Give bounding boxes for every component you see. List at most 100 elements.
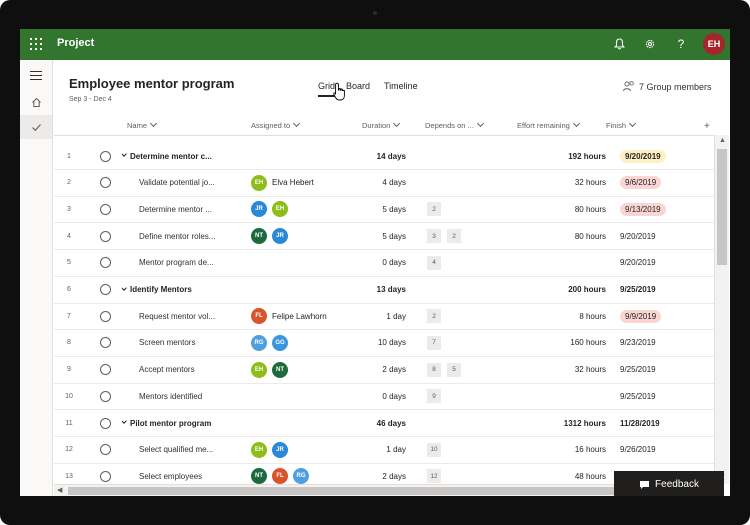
task-row[interactable]: 7 Request mentor vol... FL Felipe Lawhorn 1 … (54, 303, 714, 331)
hamburger-menu-icon[interactable] (20, 63, 52, 87)
finish-date-cell[interactable]: 9/25/2019 (620, 383, 700, 409)
circle-checkbox-icon[interactable] (99, 230, 111, 242)
finish-date-cell[interactable]: 9/25/2019 (620, 277, 700, 303)
duration-cell[interactable]: 1 day (354, 437, 406, 463)
effort-remaining-cell[interactable] (494, 383, 606, 409)
column-header-depends[interactable]: Depends on ... (425, 119, 484, 130)
app-title[interactable]: Project (57, 37, 94, 49)
add-column-icon[interactable]: + (704, 121, 710, 132)
collapse-chevron-icon[interactable] (122, 151, 127, 157)
assignee-avatar[interactable]: EH (251, 361, 267, 378)
gear-icon[interactable] (641, 35, 659, 53)
circle-checkbox-icon[interactable] (99, 417, 111, 429)
group-members-button[interactable]: 7 Group members (623, 81, 712, 92)
assigned-to-cell[interactable] (251, 383, 359, 409)
effort-remaining-cell[interactable]: 32 hours (494, 170, 606, 196)
circle-checkbox-icon[interactable] (99, 337, 111, 349)
dependency-tag[interactable]: 5 (447, 362, 461, 377)
dependency-tag[interactable]: 7 (427, 335, 441, 350)
circle-checkbox-icon[interactable] (99, 257, 111, 269)
column-header-name[interactable]: Name (127, 119, 158, 130)
effort-remaining-cell[interactable]: 80 hours (494, 196, 606, 222)
task-name[interactable]: Identify Mentors (122, 277, 242, 303)
circle-checkbox-icon[interactable] (99, 444, 111, 456)
task-row[interactable]: 9 Accept mentors EH NT 2 days 8 5 32 hours 9/25/… (54, 357, 714, 384)
dependency-tag[interactable]: 2 (427, 202, 441, 217)
vertical-scroll-thumb[interactable] (717, 149, 727, 265)
finish-date-cell[interactable]: 9/6/2019 (620, 170, 700, 196)
effort-remaining-cell[interactable] (494, 250, 606, 276)
dependency-tag[interactable]: 2 (427, 309, 441, 324)
duration-cell[interactable]: 5 days (354, 196, 406, 222)
complete-task-checkbox[interactable] (98, 383, 112, 409)
task-name[interactable]: Accept mentors (139, 357, 243, 383)
circle-checkbox-icon[interactable] (99, 150, 111, 162)
complete-task-checkbox[interactable] (98, 170, 112, 196)
complete-task-checkbox[interactable] (98, 143, 112, 169)
finish-date-cell[interactable]: 11/28/2019 (620, 410, 700, 436)
summary-task-row[interactable]: 6 Identify Mentors 13 days 200 hours 9/25/20… (54, 277, 714, 304)
assigned-to-cell[interactable] (251, 277, 359, 303)
task-name[interactable]: Pilot mentor program (122, 410, 242, 436)
effort-remaining-cell[interactable]: 8 hours (494, 303, 606, 329)
effort-remaining-cell[interactable]: 160 hours (494, 330, 606, 356)
dependency-tag[interactable]: 8 (427, 362, 441, 377)
assignee-avatar[interactable]: NT (272, 361, 288, 378)
task-name[interactable]: Determine mentor ... (139, 196, 243, 222)
assignee-avatar[interactable]: EH (251, 174, 267, 191)
assigned-to-cell[interactable] (251, 250, 359, 276)
column-header-duration[interactable]: Duration (362, 119, 401, 130)
complete-task-checkbox[interactable] (98, 357, 112, 383)
duration-cell[interactable]: 4 days (354, 170, 406, 196)
task-name[interactable]: Mentor program de... (139, 250, 243, 276)
effort-remaining-cell[interactable]: 32 hours (494, 357, 606, 383)
dependency-tag[interactable]: 9 (427, 389, 441, 404)
dependency-tag[interactable]: 10 (427, 442, 441, 457)
effort-remaining-cell[interactable]: 200 hours (494, 277, 606, 303)
dependency-tag[interactable]: 4 (427, 255, 441, 270)
bell-icon[interactable] (610, 35, 628, 53)
finish-date-cell[interactable]: 9/26/2019 (620, 437, 700, 463)
complete-task-checkbox[interactable] (98, 437, 112, 463)
finish-date-cell[interactable]: 9/23/2019 (620, 330, 700, 356)
finish-date-cell[interactable]: 9/20/2019 (620, 250, 700, 276)
tab-board[interactable]: Board (346, 81, 370, 91)
finish-date-cell[interactable]: 9/25/2019 (620, 357, 700, 383)
assigned-to-cell[interactable]: EH Elva Hebert (251, 170, 359, 196)
dependency-tag[interactable]: 12 (427, 469, 441, 484)
effort-remaining-cell[interactable]: 16 hours (494, 437, 606, 463)
circle-checkbox-icon[interactable] (99, 177, 111, 189)
effort-remaining-cell[interactable]: 1312 hours (494, 410, 606, 436)
assignee-avatar[interactable]: RG (293, 468, 309, 485)
finish-date-cell[interactable]: 9/9/2019 (620, 303, 700, 329)
assignee-avatar[interactable]: EH (272, 201, 288, 218)
collapse-chevron-icon[interactable] (122, 284, 127, 291)
circle-checkbox-icon[interactable] (99, 390, 111, 402)
assignee-avatar[interactable]: GG (272, 334, 288, 351)
finish-date-cell[interactable]: 9/20/2019 (620, 143, 700, 169)
task-row[interactable]: 5 Mentor program de... 0 days 4 9/20/2019 (54, 250, 714, 277)
assigned-to-cell[interactable]: FL Felipe Lawhorn (251, 303, 359, 329)
assigned-to-cell[interactable] (251, 143, 359, 169)
duration-cell[interactable]: 1 day (354, 303, 406, 329)
assignee-avatar[interactable]: JR (251, 201, 267, 218)
vertical-scrollbar[interactable]: ▲ ▼ (714, 135, 729, 484)
help-icon[interactable]: ? (672, 35, 690, 53)
assigned-to-cell[interactable]: JR EH (251, 196, 359, 222)
assigned-to-cell[interactable]: EH NT (251, 357, 359, 383)
complete-task-checkbox[interactable] (98, 277, 112, 303)
circle-checkbox-icon[interactable] (99, 203, 111, 215)
finish-date-cell[interactable]: 9/20/2019 (620, 223, 700, 249)
assigned-to-cell[interactable]: EH JR (251, 437, 359, 463)
dependency-tag[interactable]: 2 (447, 229, 461, 244)
duration-cell[interactable]: 0 days (354, 250, 406, 276)
home-icon[interactable] (20, 90, 52, 114)
my-tasks-check-icon[interactable] (20, 115, 52, 139)
task-row[interactable]: 3 Determine mentor ... JR EH 5 days 2 80 hours… (54, 196, 714, 224)
app-launcher-icon[interactable] (30, 38, 42, 50)
task-name[interactable]: Determine mentor c... (122, 143, 242, 169)
tab-timeline[interactable]: Timeline (384, 81, 418, 91)
task-name[interactable]: Select qualified me... (139, 437, 243, 463)
task-row[interactable]: 2 Validate potential jo... EH Elva Hebert 4 … (54, 170, 714, 197)
scroll-left-icon[interactable]: ◀ (57, 486, 62, 494)
